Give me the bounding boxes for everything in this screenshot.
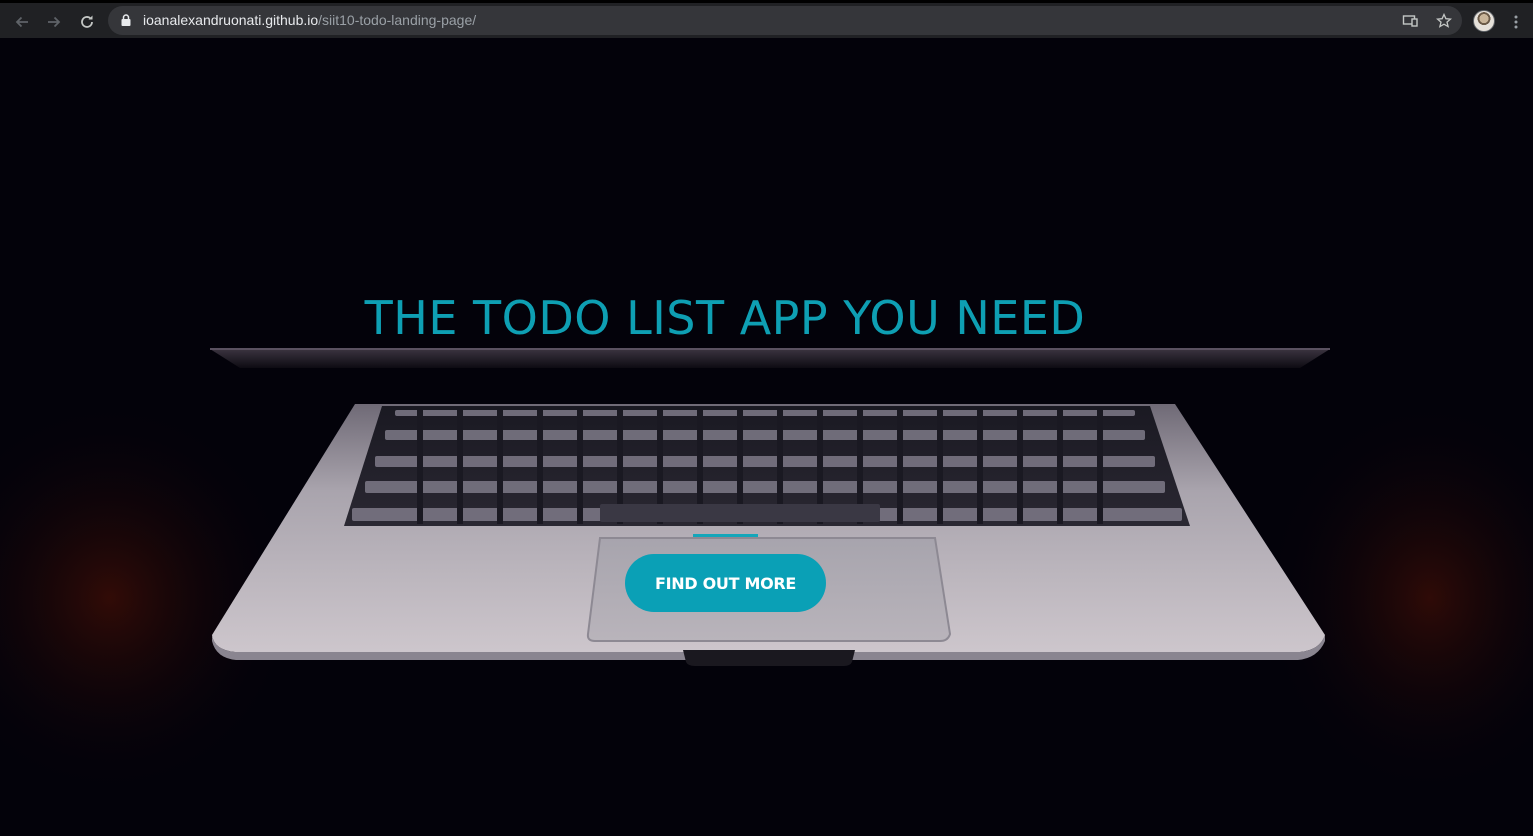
kebab-menu-icon — [1514, 15, 1518, 29]
back-arrow-icon — [15, 16, 28, 28]
avatar[interactable] — [1473, 10, 1495, 32]
reload-icon — [81, 15, 93, 28]
back-button[interactable] — [8, 8, 36, 36]
lock-icon — [121, 14, 131, 26]
url-path: /siit10-todo-landing-page/ — [318, 12, 477, 28]
forward-button[interactable] — [40, 8, 68, 36]
cast-button[interactable] — [1400, 11, 1420, 31]
accent-divider — [693, 534, 758, 537]
landing-page: THE TODO LIST APP YOU NEED FIND OUT MORE — [0, 38, 1533, 836]
find-out-more-button[interactable]: FIND OUT MORE — [625, 554, 826, 612]
laptop-background-image — [0, 348, 1533, 798]
bookmark-star-icon — [1436, 13, 1452, 28]
url-text[interactable]: ioanalexandruonati.github.io/siit10-todo… — [143, 12, 476, 29]
address-bar[interactable]: ioanalexandruonati.github.io/siit10-todo… — [108, 6, 1462, 35]
reload-button[interactable] — [73, 8, 101, 36]
hero-title: THE TODO LIST APP YOU NEED — [364, 291, 1086, 345]
bookmark-button[interactable] — [1434, 11, 1454, 31]
browser-menu-button[interactable] — [1506, 11, 1526, 33]
cast-icon — [1402, 15, 1418, 27]
forward-arrow-icon — [48, 16, 61, 28]
browser-toolbar: ioanalexandruonati.github.io/siit10-todo… — [0, 0, 1533, 38]
url-host: ioanalexandruonati.github.io — [143, 12, 319, 28]
